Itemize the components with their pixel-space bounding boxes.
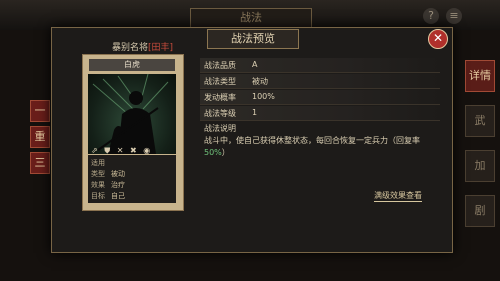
tactic-name-tag: [田丰] <box>148 43 174 53</box>
max-level-effect-link[interactable]: 满级效果查看 <box>374 190 422 202</box>
attr-level: 战法等级 1 <box>200 106 440 121</box>
tactic-preview-dialog: 战法预览 ✕ 暴别名将[田丰] 白虎 ⇗ ⛊ ✕ ✖ ◉ 适用 类型 被动 效果治… <box>51 27 453 253</box>
attr-chance: 发动概率 100% <box>200 90 440 105</box>
left-tag-2[interactable]: 重 <box>30 126 50 148</box>
attr-type: 战法类型 被动 <box>200 74 440 89</box>
top-tab[interactable]: 战法 <box>190 8 312 28</box>
attr-quality: 战法品质 A <box>200 58 440 73</box>
close-button[interactable]: ✕ <box>428 29 448 49</box>
tactic-description: 战法说明 战斗中，使自己获得休整状态，每回合恢复一定兵力（回复率50%） <box>204 123 436 159</box>
tactic-attributes: 战法品质 A 战法类型 被动 发动概率 100% 战法等级 1 <box>200 58 440 122</box>
card-header: 白虎 <box>89 59 175 71</box>
tactic-name-text: 暴别名将 <box>112 43 149 53</box>
card-row-apply: 适用 <box>91 159 105 167</box>
right-tab-3[interactable]: 加 <box>465 150 495 182</box>
card-info: ⇗ ⛊ ✕ ✖ ◉ 适用 类型 被动 效果 治疗 目标 自己 <box>88 146 176 203</box>
tactic-name: 暴别名将[田丰] <box>112 40 173 53</box>
description-text: 战斗中，使自己获得休整状态，每回合恢复一定兵力（回复率50%） <box>204 136 420 157</box>
left-tag-3[interactable]: 三 <box>30 152 50 174</box>
card-art-image <box>88 74 176 154</box>
card-icons: ⇗ ⛊ ✕ ✖ ◉ <box>91 146 153 155</box>
menu-icon[interactable]: ≡ <box>446 8 462 24</box>
card-row-target: 目标 自己 <box>91 192 125 200</box>
right-side-tabs: 详情 武 加 剧 <box>445 45 500 255</box>
right-tab-details[interactable]: 详情 <box>465 60 495 92</box>
card-row-effect: 效果 治疗 <box>91 181 125 189</box>
tactic-card: 白虎 ⇗ ⛊ ✕ ✖ ◉ 适用 类型 被动 效果 治疗 目标 自己 <box>82 54 184 211</box>
left-side-tags: 一 重 三 <box>0 70 55 240</box>
top-bar: 战法 ? ≡ <box>0 0 500 30</box>
card-row-type: 类型 被动 <box>91 170 125 178</box>
right-tab-4[interactable]: 剧 <box>465 195 495 227</box>
left-tag-1[interactable]: 一 <box>30 100 50 122</box>
description-title: 战法说明 <box>204 124 236 133</box>
help-icon[interactable]: ? <box>423 8 439 24</box>
right-tab-2[interactable]: 武 <box>465 105 495 137</box>
dialog-title: 战法预览 <box>207 29 299 49</box>
